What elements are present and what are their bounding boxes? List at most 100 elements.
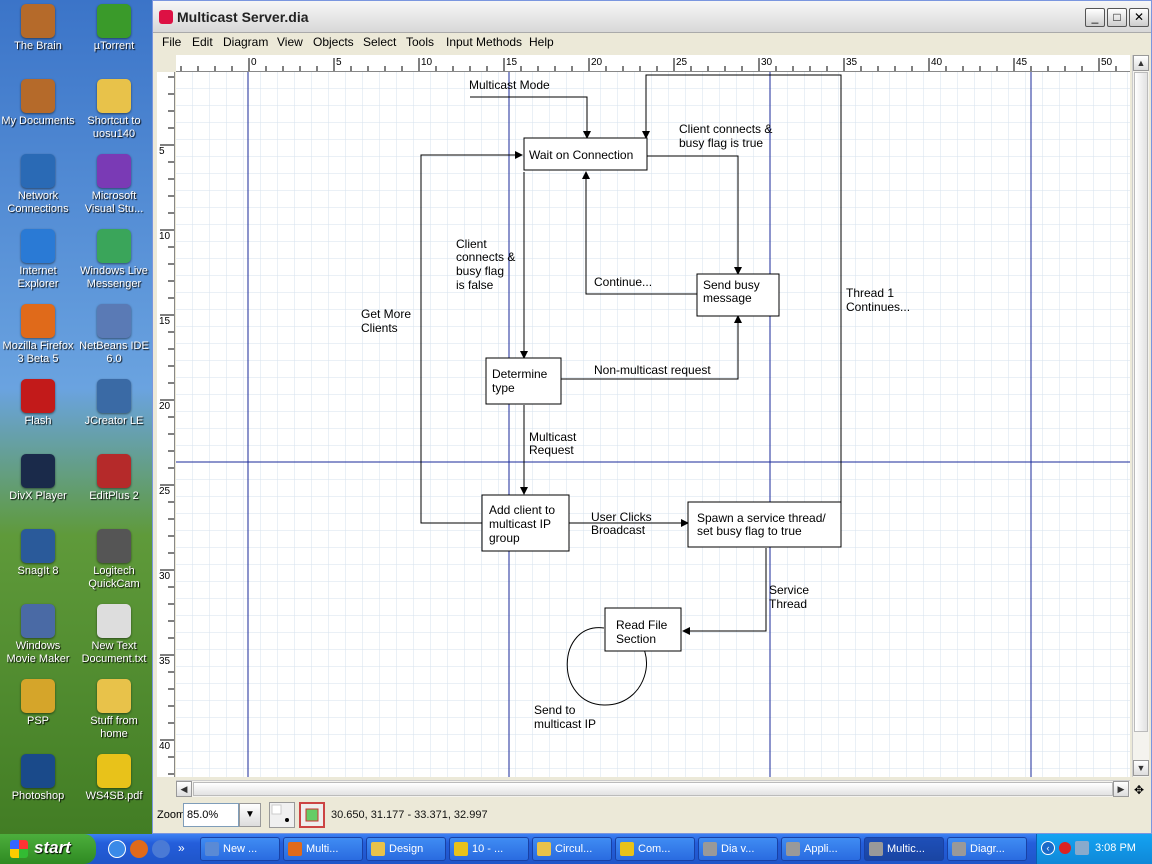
- desktop-icon[interactable]: NetBeans IDE 6.0: [76, 304, 152, 366]
- desktop-icon[interactable]: Shortcut to uosu140: [76, 79, 152, 141]
- menu-objects[interactable]: Objects: [313, 35, 354, 49]
- ruler-tick-label: 30: [761, 57, 773, 68]
- desktop-icon-label: Shortcut to uosu140: [87, 115, 141, 140]
- scroll-right-button[interactable]: ▶: [1113, 781, 1129, 797]
- desktop-icon[interactable]: Network Connections: [0, 154, 76, 216]
- desktop-icon[interactable]: Flash: [0, 379, 76, 428]
- close-button[interactable]: ✕: [1129, 8, 1149, 27]
- menu-tools[interactable]: Tools: [406, 35, 434, 49]
- taskbar-button[interactable]: Dia v...: [698, 837, 778, 861]
- dia-app-icon: [159, 10, 173, 24]
- menu-edit[interactable]: Edit: [192, 35, 213, 49]
- media-player-quicklaunch-icon[interactable]: [152, 840, 170, 858]
- menu-file[interactable]: File: [162, 35, 181, 49]
- tray-alert-icon[interactable]: [1059, 842, 1071, 854]
- taskbar-button[interactable]: New ...: [200, 837, 280, 861]
- taskbar-button[interactable]: Design: [366, 837, 446, 861]
- app-icon: [21, 454, 55, 488]
- taskbar-button[interactable]: Com...: [615, 837, 695, 861]
- menu-bar: File Edit Diagram View Objects Select Tools Inp…: [153, 33, 1151, 53]
- box-busy-line2: message: [703, 291, 752, 305]
- box-spawn-thread[interactable]: Spawn a service thread/ set busy flag to…: [687, 501, 842, 548]
- label-client-false-4: is false: [456, 278, 494, 292]
- desktop-icon[interactable]: Internet Explorer: [0, 229, 76, 291]
- taskbar-button[interactable]: Appli...: [781, 837, 861, 861]
- desktop-icon[interactable]: Microsoft Visual Stu...: [76, 154, 152, 216]
- taskbar-button[interactable]: Circul...: [532, 837, 612, 861]
- menu-diagram[interactable]: Diagram: [223, 35, 268, 49]
- desktop-icon[interactable]: My Documents: [0, 79, 76, 128]
- ie-quicklaunch-icon[interactable]: [108, 840, 126, 858]
- status-bar: Zoom ▼ 30.650, 31.177 - 33.371, 32.997: [153, 799, 1151, 833]
- task-app-icon: [537, 842, 551, 856]
- label-client-false-3: busy flag: [456, 264, 504, 278]
- menu-help[interactable]: Help: [529, 35, 554, 49]
- zoom-dropdown-button[interactable]: ▼: [239, 803, 261, 827]
- taskbar-button-label: Circul...: [555, 843, 593, 855]
- desktop-icon[interactable]: Windows Live Messenger: [76, 229, 152, 291]
- maximize-button[interactable]: □: [1107, 8, 1127, 27]
- vertical-scroll-thumb[interactable]: [1134, 72, 1148, 732]
- desktop-icon[interactable]: Photoshop: [0, 754, 76, 803]
- scroll-down-button[interactable]: ▼: [1133, 760, 1149, 776]
- zoom-input[interactable]: [183, 803, 239, 827]
- task-app-icon: [288, 842, 302, 856]
- box-add-line3: group: [489, 531, 520, 545]
- box-read-line1: Read File: [616, 618, 668, 632]
- desktop-icon[interactable]: JCreator LE: [76, 379, 152, 428]
- desktop-icon[interactable]: Mozilla Firefox 3 Beta 5: [0, 304, 76, 366]
- menu-input-methods[interactable]: Input Methods: [446, 35, 522, 49]
- horizontal-scroll-thumb[interactable]: [193, 782, 1113, 796]
- title-bar[interactable]: Multicast Server.dia _ □ ✕: [153, 1, 1151, 33]
- box-wait-connection[interactable]: Wait on Connection: [523, 137, 648, 171]
- task-app-icon: [454, 842, 468, 856]
- snap-to-grid-toggle[interactable]: [269, 802, 295, 828]
- clock: 3:08 PM: [1095, 842, 1136, 854]
- app-icon: [97, 4, 131, 38]
- box-read-file[interactable]: Read File Section: [604, 607, 682, 652]
- box-determine-type[interactable]: Determine type: [485, 357, 562, 405]
- canvas-grid: [176, 72, 1130, 777]
- desktop-icon[interactable]: PSP: [0, 679, 76, 728]
- firefox-quicklaunch-icon[interactable]: [130, 840, 148, 858]
- tray-network-icon[interactable]: [1075, 841, 1089, 855]
- layer-toggle[interactable]: [299, 802, 325, 828]
- desktop-icon[interactable]: DivX Player: [0, 454, 76, 503]
- box-busy-line1: Send busy: [703, 278, 760, 292]
- box-add-client[interactable]: Add client to multicast IP group: [481, 494, 570, 552]
- menu-view[interactable]: View: [277, 35, 303, 49]
- desktop-icon[interactable]: µTorrent: [76, 4, 152, 53]
- taskbar-button-label: Com...: [638, 843, 671, 855]
- desktop-icon[interactable]: EditPlus 2: [76, 454, 152, 503]
- menu-select[interactable]: Select: [363, 35, 396, 49]
- ruler-tick-label: 0: [251, 57, 257, 68]
- box-send-busy[interactable]: Send busy message: [696, 273, 780, 317]
- taskbar-button[interactable]: 10 - ...: [449, 837, 529, 861]
- minimize-button[interactable]: _: [1085, 8, 1105, 27]
- zoom-label: Zoom: [157, 809, 186, 821]
- desktop-icon[interactable]: The Brain: [0, 4, 76, 53]
- desktop-icon-label: DivX Player: [9, 490, 67, 502]
- taskbar-button[interactable]: Diagr...: [947, 837, 1027, 861]
- ruler-tick-label: 5: [336, 57, 342, 68]
- quicklaunch-expand-icon[interactable]: »: [178, 841, 185, 855]
- scroll-left-button[interactable]: ◀: [176, 781, 192, 797]
- desktop-icon[interactable]: SnagIt 8: [0, 529, 76, 578]
- horizontal-scrollbar[interactable]: ◀ ▶: [176, 780, 1130, 797]
- taskbar-button[interactable]: Multi...: [283, 837, 363, 861]
- navigation-icon[interactable]: ✥: [1134, 783, 1144, 797]
- start-button[interactable]: start: [0, 834, 96, 864]
- desktop-icon[interactable]: Logitech QuickCam: [76, 529, 152, 591]
- desktop: The Brain µTorrent My Documents Shortcut to…: [0, 0, 152, 834]
- desktop-icon[interactable]: New Text Document.txt: [76, 604, 152, 666]
- vertical-scrollbar[interactable]: ▲ ▼: [1132, 55, 1149, 777]
- desktop-icon[interactable]: Stuff from home: [76, 679, 152, 741]
- scroll-up-button[interactable]: ▲: [1133, 55, 1149, 71]
- tray-collapse-icon[interactable]: ‹: [1041, 841, 1055, 855]
- taskbar-button[interactable]: Multic...: [864, 837, 944, 861]
- diagram-canvas[interactable]: Wait on Connection Send busy message Det…: [176, 72, 1130, 777]
- taskbar-button-label: Appli...: [804, 843, 838, 855]
- label-client-false-2: connects &: [456, 250, 515, 264]
- desktop-icon[interactable]: Windows Movie Maker: [0, 604, 76, 666]
- desktop-icon[interactable]: WS4SB.pdf: [76, 754, 152, 803]
